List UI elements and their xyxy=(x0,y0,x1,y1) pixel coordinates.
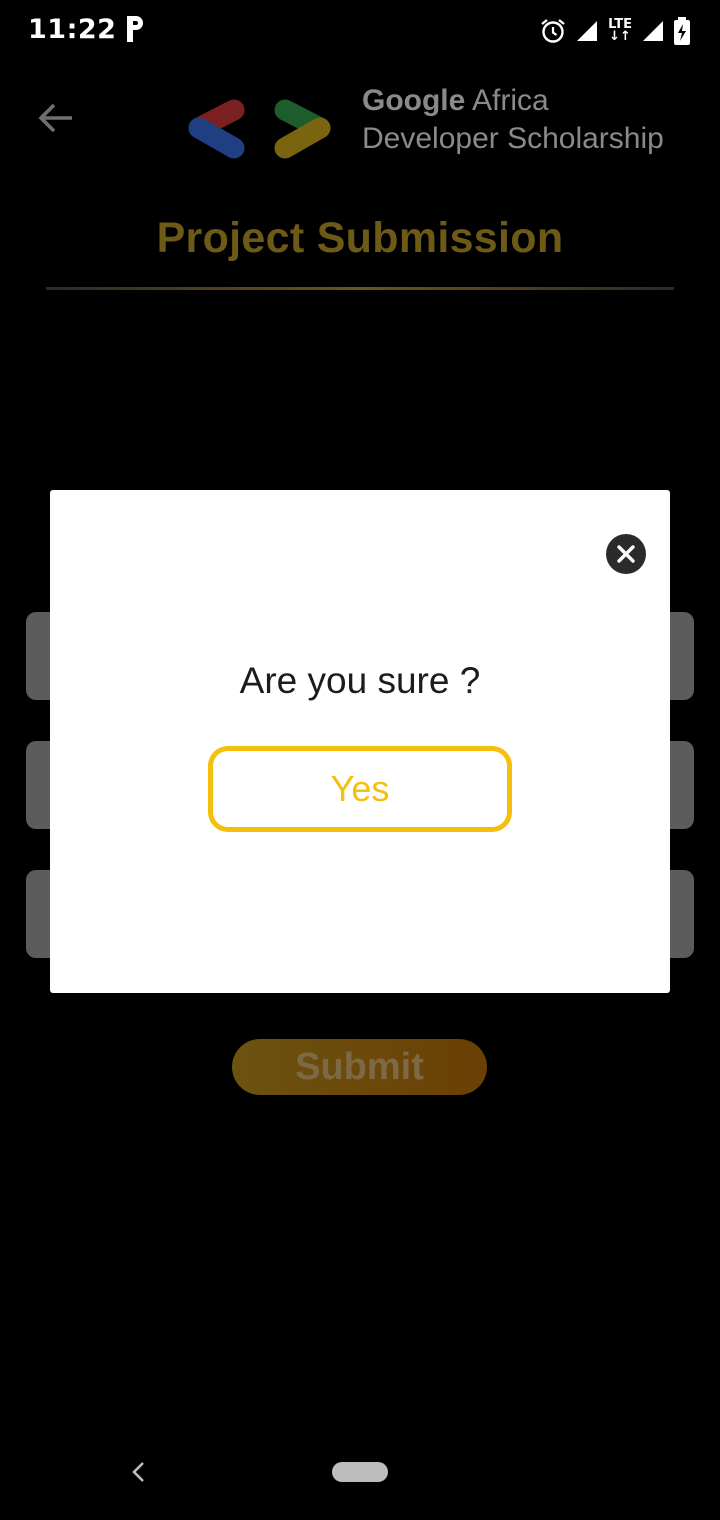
close-button[interactable] xyxy=(606,534,646,574)
status-time: 11:22 xyxy=(28,14,117,45)
signal-icon xyxy=(577,21,598,41)
signal-icon-2 xyxy=(643,21,663,41)
page-title: Project Submission xyxy=(156,214,564,262)
battery-icon xyxy=(674,17,690,45)
brand-text: Google Africa Developer Scholarship xyxy=(362,82,664,158)
yes-button[interactable]: Yes xyxy=(208,746,512,832)
lte-indicator: LTE ↓↑ xyxy=(608,18,632,44)
alarm-icon xyxy=(541,19,565,43)
close-icon xyxy=(617,545,635,563)
status-bar: 11:22 LTE ↓↑ xyxy=(0,0,720,62)
parking-icon xyxy=(127,16,143,42)
gads-logo xyxy=(188,99,331,159)
brand-line-2: Developer Scholarship xyxy=(362,122,664,155)
nav-back-icon[interactable] xyxy=(128,1460,148,1484)
brand-africa: Africa xyxy=(465,84,549,117)
brand-line-1: Google Africa xyxy=(362,82,664,120)
back-arrow-icon[interactable] xyxy=(34,98,78,138)
confirm-dialog: Are you sure ? Yes xyxy=(50,490,670,993)
brand-google: Google xyxy=(362,84,466,117)
data-arrows-icon: ↓↑ xyxy=(609,29,631,44)
status-icons: LTE ↓↑ xyxy=(540,16,690,46)
dialog-question: Are you sure ? xyxy=(239,660,481,701)
submit-button[interactable]: Submit xyxy=(232,1039,487,1095)
nav-home-pill[interactable] xyxy=(332,1462,388,1482)
title-divider xyxy=(46,287,674,290)
screen: 11:22 LTE ↓↑ Google Africa Developer Sch… xyxy=(0,0,720,1520)
navigation-bar xyxy=(0,1416,720,1520)
